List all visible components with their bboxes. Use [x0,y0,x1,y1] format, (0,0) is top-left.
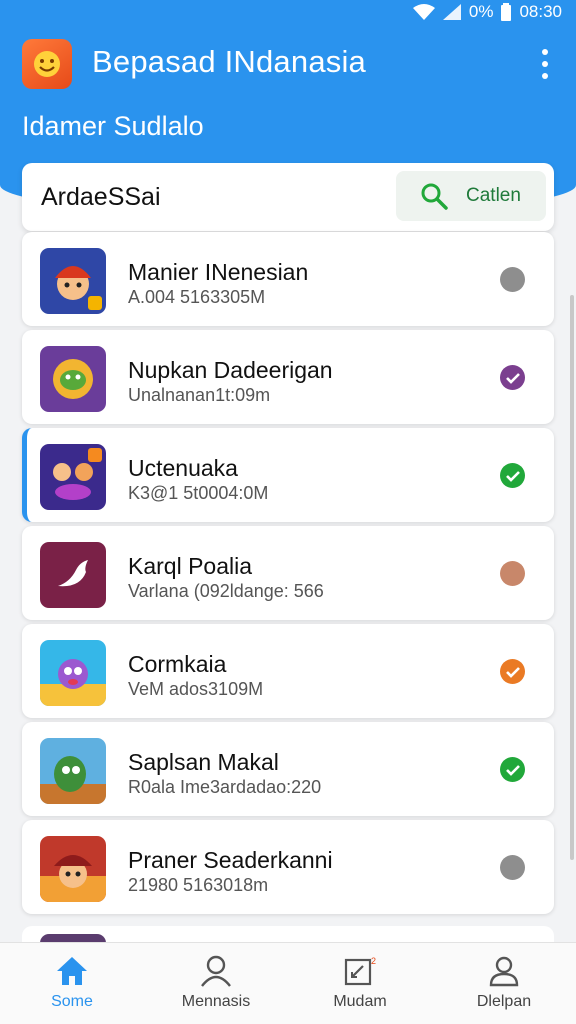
game-list: Manier INenesian A.004 5163305M Nupkan D… [22,232,554,918]
home-icon [57,957,87,985]
status-idle-icon[interactable] [500,855,525,880]
status-idle-icon[interactable] [500,561,525,586]
item-title: Cormkaia [128,651,227,677]
game-thumbnail [40,248,106,314]
nav-label: Some [51,993,93,1010]
svg-text:2: 2 [371,956,376,966]
profile-icon [489,956,519,987]
check-circle-icon[interactable] [500,659,525,684]
search-button-label: Catlen [466,185,521,206]
scrollbar[interactable] [570,295,574,860]
search-button[interactable]: Catlen [396,171,546,221]
check-circle-icon[interactable] [500,757,525,782]
wifi-icon [412,4,435,20]
game-thumbnail [40,836,106,902]
list-item[interactable]: Manier INenesian A.004 5163305M [22,232,554,326]
game-thumbnail [40,346,106,412]
item-meta: Unalnanan1t:09m [128,385,271,405]
edit-note-icon: 2 [344,956,376,986]
battery-percent: 0% [468,2,494,21]
game-thumbnail [40,444,106,510]
nav-item-person[interactable]: Mennasis [144,943,288,1024]
item-title: Karql Poalia [128,553,253,579]
list-item[interactable]: Cormkaia VeM ados3109M [22,624,554,718]
page-subtitle: Idamer Sudlalo [22,111,204,141]
item-meta: R0ala Ime3ardadao:220 [128,777,322,797]
bottom-nav: Some Mennasis 2 Mudam Dlelpan [0,942,576,1024]
check-circle-icon[interactable] [500,463,525,488]
signal-icon [442,4,461,20]
search-bar: ArdaeSSai Catlen [22,163,554,231]
nav-label: Mennasis [181,993,251,1010]
nav-item-profile[interactable]: Dlelpan [432,943,576,1024]
app-logo [22,39,72,89]
status-idle-icon[interactable] [500,267,525,292]
check-circle-icon[interactable] [500,365,525,390]
nav-label: Mudam [333,993,387,1010]
game-thumbnail [40,738,106,804]
item-title: Saplsan Makal [128,749,279,775]
game-thumbnail [40,640,106,706]
search-icon [421,183,448,210]
list-item[interactable]: Praner Seaderkanni 21980 5163018m [22,820,554,914]
item-meta: VeM ados3109M [128,679,264,699]
smiley-icon [34,51,60,77]
status-bar: 0% 08:30 [0,0,576,26]
nav-label: Dlelpan [476,993,532,1010]
list-item[interactable]: Karql Poalia Varlana (092ldange: 566 [22,526,554,620]
clock: 08:30 [519,2,562,21]
list-item[interactable]: Saplsan Makal R0ala Ime3ardadao:220 [22,722,554,816]
search-input[interactable]: ArdaeSSai [41,183,161,212]
battery-icon [501,3,512,21]
item-title: Uctenuaka [128,455,238,481]
nav-item-home[interactable]: Some [0,943,144,1024]
list-item[interactable]: Nupkan Dadeerigan Unalnanan1t:09m [22,330,554,424]
item-meta: A.004 5163305M [128,287,266,307]
more-vert-icon[interactable] [540,49,550,79]
person-icon [201,955,231,987]
nav-item-edit[interactable]: 2 Mudam [288,943,432,1024]
item-meta: Varlana (092ldange: 566 [128,581,324,601]
item-meta: 21980 5163018m [128,875,269,895]
item-title: Manier INenesian [128,259,309,285]
item-title: Nupkan Dadeerigan [128,357,333,383]
item-title: Praner Seaderkanni [128,847,333,873]
item-meta: K3@1 5t0004:0M [128,483,269,503]
game-thumbnail [40,542,106,608]
app-title: Bepasad INdanasia [92,44,366,79]
list-item-selected[interactable]: Uctenuaka K3@1 5t0004:0M [22,428,554,522]
